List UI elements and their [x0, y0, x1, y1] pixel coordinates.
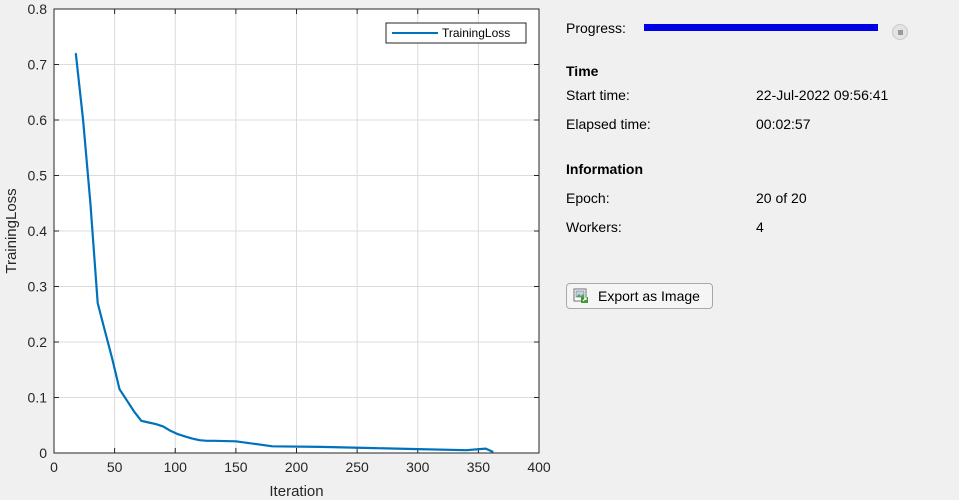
- workers-value: 4: [756, 219, 764, 235]
- data-point: [198, 439, 201, 441]
- y-tick-label: 0.8: [28, 1, 48, 17]
- data-point: [184, 435, 186, 437]
- epoch-value: 20 of 20: [756, 190, 807, 206]
- export-button-label: Export as Image: [598, 288, 700, 304]
- start-time-label: Start time:: [566, 87, 630, 103]
- data-point: [82, 119, 84, 121]
- y-tick-label: 0.3: [28, 279, 48, 295]
- information-section-title: Information: [566, 161, 643, 177]
- data-point: [97, 302, 99, 304]
- workers-label: Workers:: [566, 219, 622, 235]
- data-point: [147, 421, 150, 424]
- y-tick-label: 0.5: [28, 168, 48, 184]
- x-tick-label: 250: [345, 459, 369, 475]
- x-tick-label: 50: [107, 459, 123, 475]
- data-point: [155, 423, 157, 425]
- data-point: [485, 447, 487, 450]
- epoch-label: Epoch:: [566, 190, 610, 206]
- info-panel: Progress: Time Start time: 22-Jul-2022 0…: [566, 0, 959, 500]
- x-tick-label: 350: [467, 459, 491, 475]
- legend-label: TrainingLoss: [442, 26, 510, 40]
- data-point: [169, 430, 171, 432]
- x-tick-label: 150: [224, 459, 248, 475]
- y-tick-label: 0.4: [28, 223, 48, 239]
- data-point: [140, 420, 142, 422]
- data-point: [492, 451, 494, 453]
- data-point: [89, 202, 91, 204]
- progress-label: Progress:: [566, 20, 626, 36]
- image-export-icon: [573, 288, 588, 303]
- start-time-value: 22-Jul-2022 09:56:41: [756, 87, 889, 103]
- data-point: [126, 399, 128, 401]
- export-as-image-button[interactable]: Export as Image: [566, 283, 713, 309]
- data-point: [118, 388, 121, 390]
- elapsed-time-value: 00:02:57: [756, 116, 811, 132]
- data-point: [162, 425, 164, 427]
- y-tick-label: 0.2: [28, 334, 48, 350]
- progress-bar: [644, 24, 878, 31]
- y-tick-label: 0: [39, 445, 47, 461]
- data-point: [75, 52, 77, 55]
- x-tick-label: 100: [164, 459, 188, 475]
- elapsed-time-label: Elapsed time:: [566, 116, 651, 132]
- stop-icon: [898, 30, 903, 35]
- x-tick-label: 400: [527, 459, 551, 475]
- data-point: [489, 450, 492, 452]
- chart-svg: 0 50 100 150 200 250 300 350 400 0 0.1 0.2 0.3 0.4 0.5…: [3, 1, 551, 500]
- data-point: [104, 330, 106, 332]
- y-tick-label: 0.6: [28, 112, 48, 128]
- data-point: [206, 440, 208, 442]
- training-loss-chart: 0 50 100 150 200 250 300 350 400 0 0.1 0.2 0.3 0.4 0.5…: [0, 0, 555, 500]
- data-point: [417, 448, 419, 450]
- data-point: [111, 358, 113, 360]
- data-point: [368, 447, 370, 449]
- data-point: [177, 433, 179, 435]
- x-tick-label: 300: [406, 459, 430, 475]
- data-point: [191, 437, 193, 440]
- y-tick-label: 0.7: [28, 57, 48, 73]
- data-point: [320, 446, 322, 448]
- y-tick-label: 0.1: [28, 390, 48, 406]
- x-tick-label: 200: [285, 459, 309, 475]
- x-axis-label: Iteration: [269, 483, 323, 500]
- data-point: [133, 410, 135, 412]
- data-point: [465, 449, 467, 451]
- stop-button[interactable]: [892, 24, 908, 40]
- data-point: [235, 440, 237, 442]
- time-section-title: Time: [566, 63, 599, 79]
- data-point: [213, 440, 215, 442]
- x-tick-label: 0: [50, 459, 58, 475]
- y-axis-label: TrainingLoss: [3, 188, 20, 273]
- data-point: [271, 445, 273, 447]
